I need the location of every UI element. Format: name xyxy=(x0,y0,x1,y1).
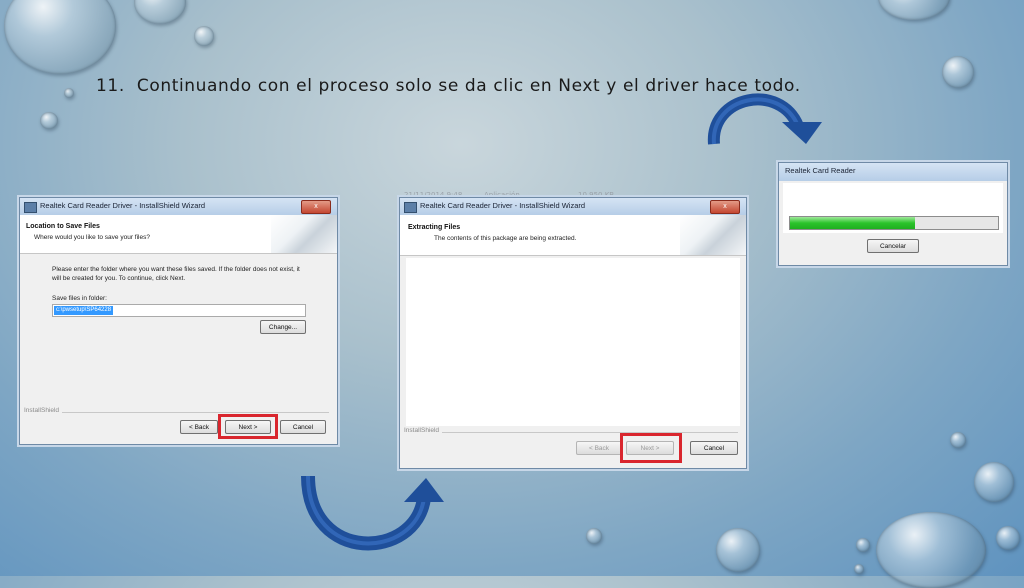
window-titlebar[interactable]: Realtek Card Reader Driver - InstallShie… xyxy=(400,198,746,215)
water-drop-decoration xyxy=(856,538,870,552)
instructions-text: Please enter the folder where you want t… xyxy=(52,266,300,282)
water-drop-decoration xyxy=(854,564,864,574)
water-drop-decoration xyxy=(4,0,116,74)
wizard-header: Extracting Files The contents of this pa… xyxy=(400,215,746,256)
close-button[interactable]: x xyxy=(710,200,740,214)
install-wizard-extracting-window: Realtek Card Reader Driver - InstallShie… xyxy=(399,197,747,469)
cancel-button[interactable]: Cancel xyxy=(280,420,326,434)
installshield-label: InstallShield xyxy=(404,427,443,434)
water-drop-decoration xyxy=(194,26,214,46)
back-button[interactable]: < Back xyxy=(576,441,622,455)
back-button[interactable]: < Back xyxy=(180,420,218,434)
cancel-button[interactable]: Cancel xyxy=(690,441,738,455)
water-drop-decoration xyxy=(134,0,186,24)
water-drop-decoration xyxy=(878,0,950,20)
next-highlight-box xyxy=(620,433,682,463)
card-reader-progress-window: Realtek Card Reader Cancelar xyxy=(778,162,1008,266)
water-drop-decoration xyxy=(942,56,974,88)
water-drop-decoration xyxy=(64,88,74,98)
group-divider xyxy=(404,432,738,433)
water-drop-decoration xyxy=(876,512,986,588)
water-drop-decoration xyxy=(974,462,1014,502)
water-drop-decoration xyxy=(40,112,58,129)
progress-bar-fill xyxy=(790,217,915,229)
close-button[interactable]: x xyxy=(301,200,331,214)
curved-arrow-top-icon xyxy=(707,93,822,145)
group-divider xyxy=(24,412,329,413)
window-titlebar[interactable]: Realtek Card Reader xyxy=(779,163,1007,181)
extract-content-area xyxy=(406,258,740,426)
window-title: Realtek Card Reader Driver - InstallShie… xyxy=(40,201,206,210)
water-drop-decoration xyxy=(586,528,602,544)
water-drop-decoration xyxy=(996,526,1020,550)
curved-arrow-bottom-icon xyxy=(301,475,444,551)
save-folder-input[interactable]: c:\pwsetup\SP64228 xyxy=(52,304,306,317)
slide-caption: 11. Continuando con el proceso solo se da… xyxy=(96,76,801,96)
cancelar-button[interactable]: Cancelar xyxy=(867,239,919,253)
wizard-header-graphic xyxy=(271,215,337,253)
installshield-label: InstallShield xyxy=(24,407,63,414)
water-drop-decoration xyxy=(716,528,760,572)
next-highlight-box xyxy=(218,414,278,439)
wizard-header-graphic xyxy=(680,215,746,255)
change-button[interactable]: Change... xyxy=(260,320,306,334)
extraction-progress-bar xyxy=(789,216,999,230)
app-icon xyxy=(24,202,37,213)
wizard-subheading: Where would you like to save your files? xyxy=(34,234,150,241)
wizard-heading: Location to Save Files xyxy=(26,223,100,230)
save-folder-label: Save files in folder: xyxy=(52,295,107,302)
wizard-subheading: The contents of this package are being e… xyxy=(434,235,577,242)
water-drop-decoration xyxy=(950,432,966,448)
install-wizard-location-window: Realtek Card Reader Driver - InstallShie… xyxy=(19,197,338,445)
step-number: 11. xyxy=(96,76,125,96)
save-folder-value: c:\pwsetup\SP64228 xyxy=(54,306,114,315)
window-titlebar[interactable]: Realtek Card Reader Driver - InstallShie… xyxy=(20,198,337,215)
wizard-header: Location to Save Files Where would you l… xyxy=(20,215,337,254)
window-title: Realtek Card Reader xyxy=(785,166,856,175)
wizard-heading: Extracting Files xyxy=(408,224,461,231)
app-icon xyxy=(404,202,417,213)
window-title: Realtek Card Reader Driver - InstallShie… xyxy=(420,201,586,210)
